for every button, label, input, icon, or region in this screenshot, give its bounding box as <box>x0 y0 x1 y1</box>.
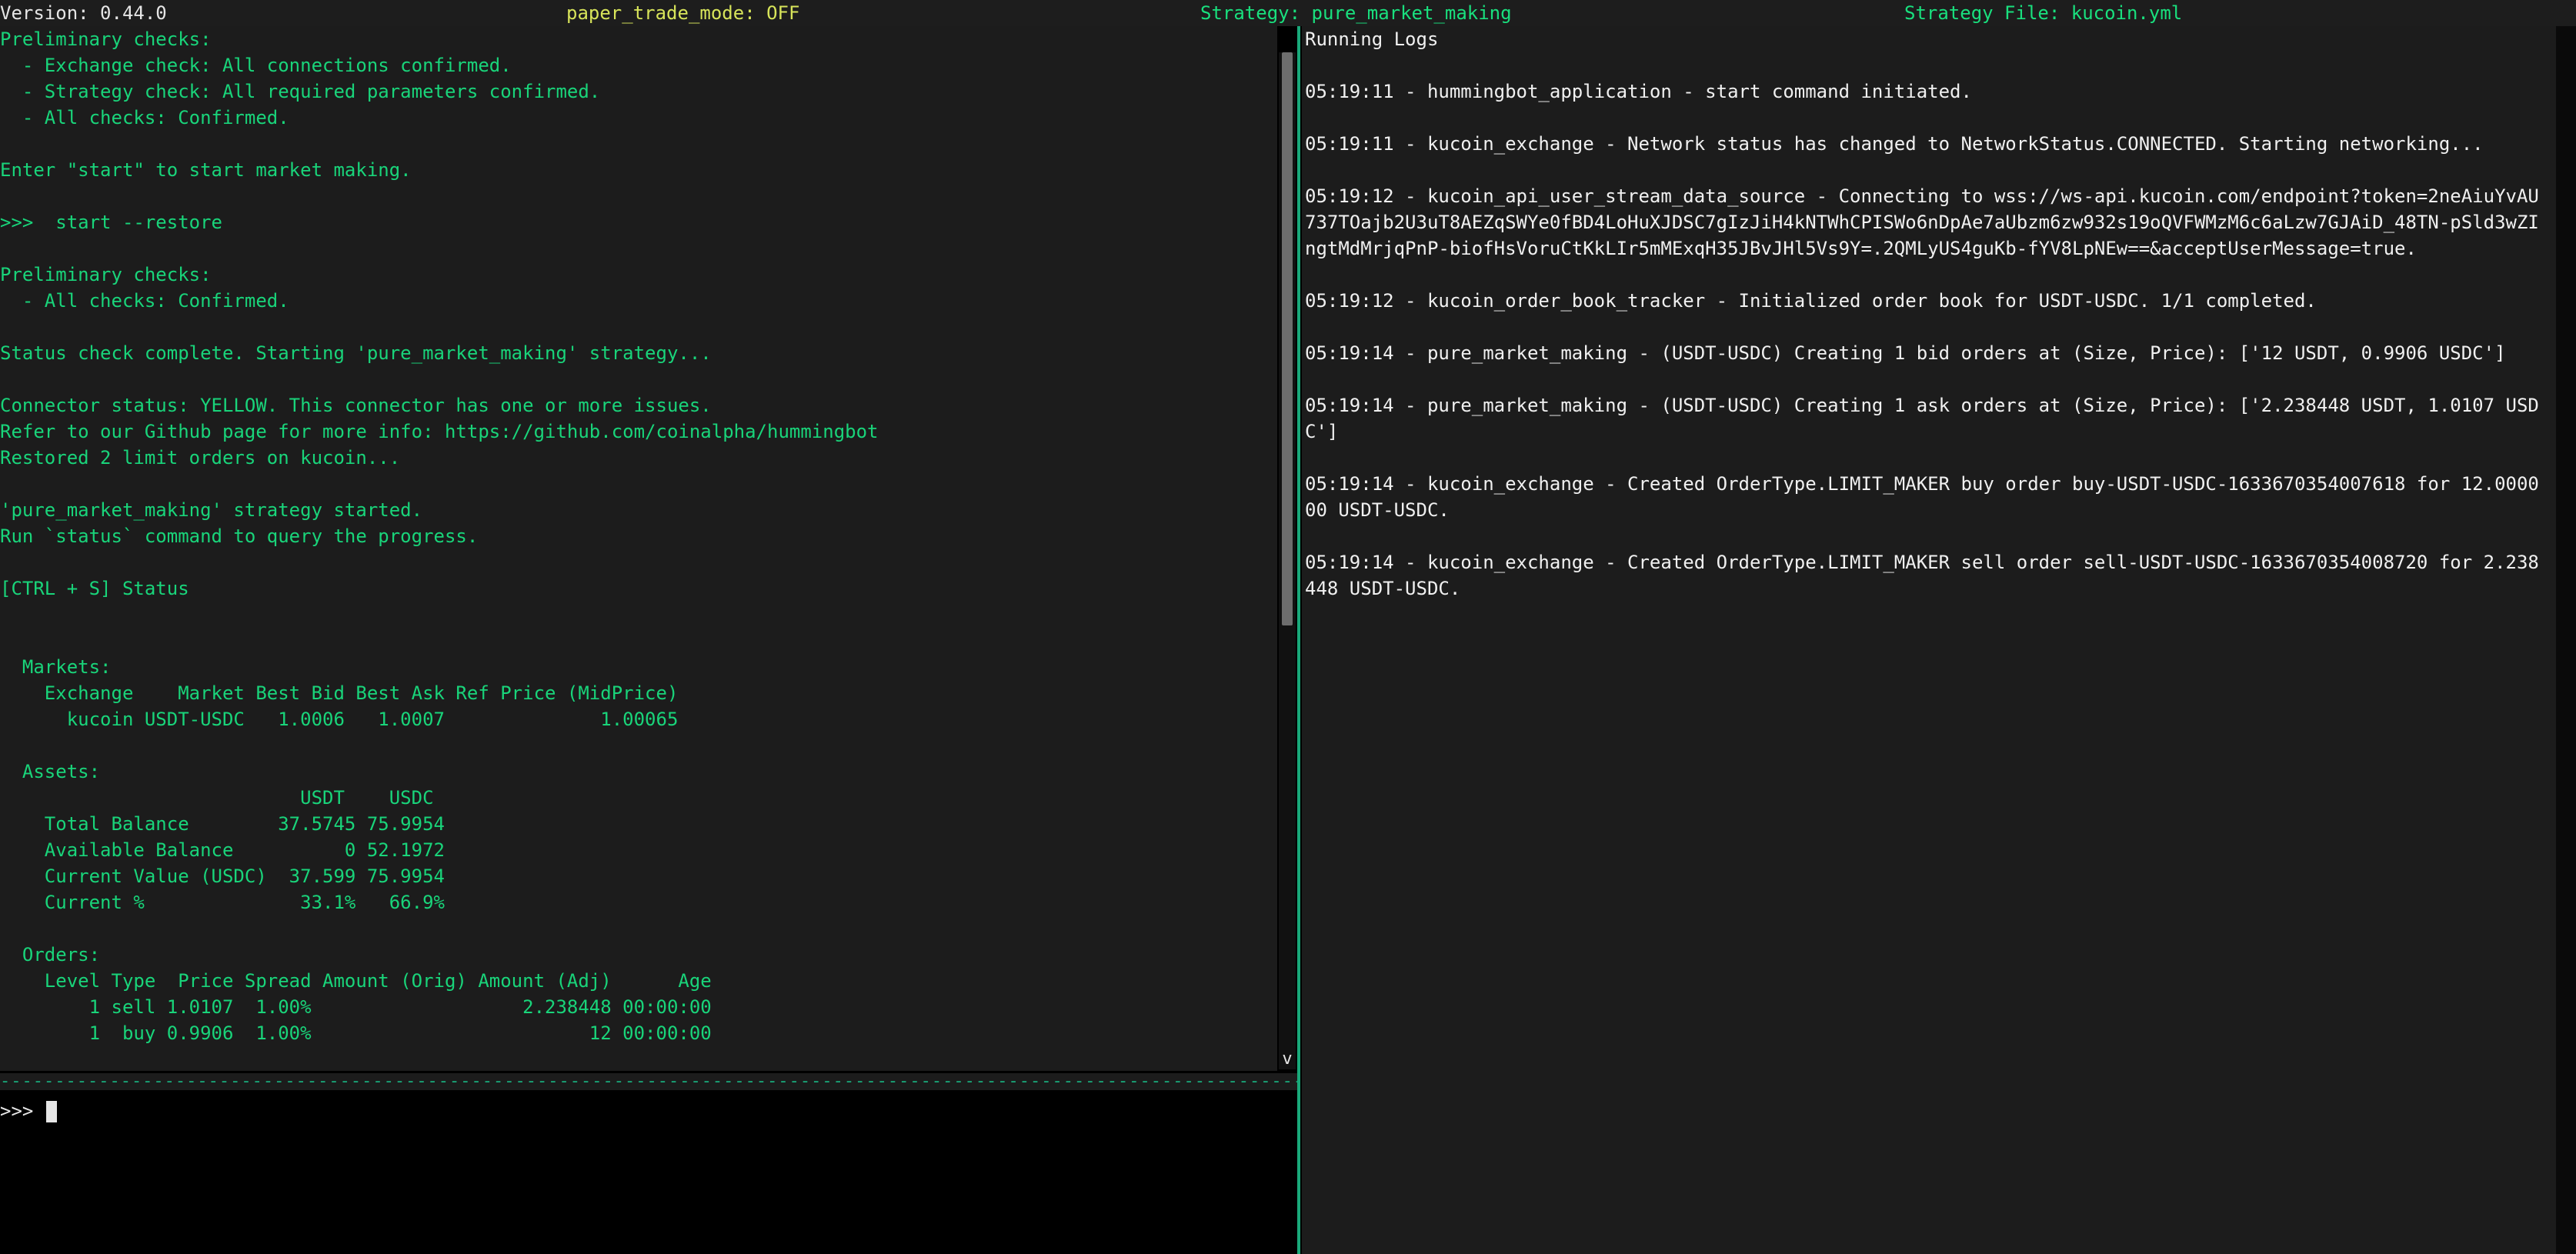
log-entry: 05:19:11 - kucoin_exchange - Network sta… <box>1305 133 2484 155</box>
version-label: Version: 0.44.0 <box>0 2 167 24</box>
output-line: Enter "start" to start market making. <box>0 159 412 181</box>
output-line <box>0 602 1277 628</box>
log-entry: 05:19:14 - kucoin_exchange - Created Ord… <box>1305 552 2539 599</box>
output-scrollbar[interactable] <box>1279 52 1296 1069</box>
status-bar: Version: 0.44.0 paper_trade_mode: OFF St… <box>0 0 2576 26</box>
output-line: Total Balance 37.5745 75.9954 <box>0 813 445 835</box>
output-line: [CTRL + S] Status <box>0 578 189 599</box>
output-line <box>0 235 1277 262</box>
output-line: Refer to our Github page for more info: … <box>0 421 879 442</box>
log-entries: 05:19:11 - hummingbot_application - star… <box>1302 78 2556 602</box>
output-line: Available Balance 0 52.1972 <box>0 839 445 861</box>
log-pane-edge <box>2556 26 2576 1254</box>
output-lines: Preliminary checks: - Exchange check: Al… <box>0 26 1277 1046</box>
output-line: Connector status: YELLOW. This connector… <box>0 395 712 416</box>
output-line <box>0 471 1277 497</box>
output-line: >>> start --restore <box>0 212 222 233</box>
output-line <box>0 628 1277 654</box>
output-line: Level Type Price Spread Amount (Orig) Am… <box>0 970 712 992</box>
scroll-down-indicator[interactable]: v <box>1279 1046 1296 1072</box>
log-pane-title: Running Logs <box>1305 28 1439 50</box>
output-line: Exchange Market Best Bid Best Ask Ref Pr… <box>0 682 679 704</box>
text-cursor <box>46 1101 57 1122</box>
output-line <box>0 732 1277 759</box>
output-line: kucoin USDT-USDC 1.0006 1.0007 1.00065 <box>0 709 679 730</box>
output-line <box>0 366 1277 392</box>
output-line: - All checks: Confirmed. <box>0 107 289 128</box>
output-line: - All checks: Confirmed. <box>0 290 289 312</box>
pane-divider: ----------------------------------------… <box>0 1073 1300 1090</box>
output-line: Status check complete. Starting 'pure_ma… <box>0 342 712 364</box>
strategy-label: Strategy: pure_market_making <box>1200 2 1512 24</box>
output-line: Run `status` command to query the progre… <box>0 525 479 547</box>
output-line: 1 buy 0.9906 1.00% 12 00:00:00 <box>0 1022 712 1044</box>
output-line: 1 sell 1.0107 1.00% 2.238448 00:00:00 <box>0 996 712 1018</box>
log-entry: 05:19:12 - kucoin_api_user_stream_data_s… <box>1305 185 2539 259</box>
output-line <box>0 549 1277 575</box>
strategy-file-label: Strategy File: kucoin.yml <box>1904 2 2183 24</box>
output-line: USDT USDC <box>0 787 434 809</box>
output-line: 'pure_market_making' strategy started. <box>0 499 423 521</box>
vertical-divider <box>1297 26 1300 1254</box>
log-entry: 05:19:11 - hummingbot_application - star… <box>1305 81 1972 102</box>
output-line: Restored 2 limit orders on kucoin... <box>0 447 401 469</box>
log-entry: 05:19:14 - pure_market_making - (USDT-US… <box>1305 395 2539 442</box>
input-prompt: >>> <box>0 1100 34 1122</box>
output-line: - Exchange check: All connections confir… <box>0 55 512 76</box>
output-line <box>0 183 1277 209</box>
command-input[interactable]: >>> <box>0 1090 1293 1254</box>
scrollbar-thumb[interactable] <box>1282 52 1293 625</box>
log-pane[interactable]: Running Logs 05:19:11 - hummingbot_appli… <box>1302 26 2556 1254</box>
log-entry: 05:19:12 - kucoin_order_book_tracker - I… <box>1305 290 2317 312</box>
log-entry: 05:19:14 - kucoin_exchange - Created Ord… <box>1305 473 2539 521</box>
output-line: Assets: <box>0 761 101 782</box>
output-line: Current % 33.1% 66.9% <box>0 892 445 913</box>
output-pane[interactable]: Preliminary checks: - Exchange check: Al… <box>0 26 1277 1071</box>
output-line: Orders: <box>0 944 101 966</box>
log-entry: 05:19:14 - pure_market_making - (USDT-US… <box>1305 342 2506 364</box>
output-line <box>0 314 1277 340</box>
output-line: - Strategy check: All required parameter… <box>0 81 601 102</box>
output-line: Current Value (USDC) 37.599 75.9954 <box>0 865 445 887</box>
output-line: Preliminary checks: <box>0 28 212 50</box>
output-line <box>0 131 1277 157</box>
output-line: Preliminary checks: <box>0 264 212 285</box>
output-line: Markets: <box>0 656 112 678</box>
output-line <box>0 915 1277 942</box>
paper-trade-mode-label: paper_trade_mode: OFF <box>566 2 800 24</box>
